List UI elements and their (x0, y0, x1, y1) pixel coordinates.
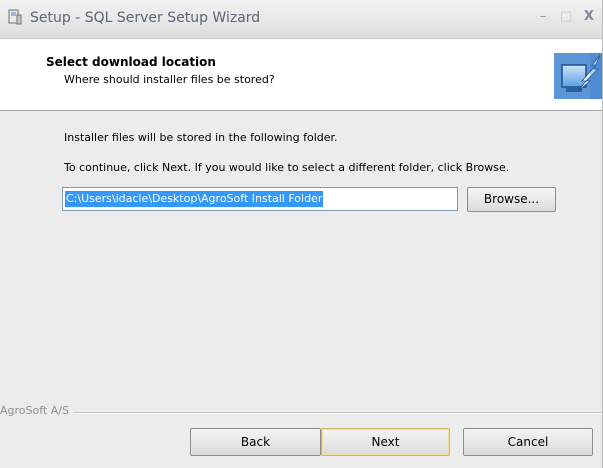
title-bar[interactable]: Setup - SQL Server Setup Wizard – □ X (0, 0, 602, 39)
page-title: Select download location (46, 55, 216, 69)
computer-arrow-icon (552, 51, 602, 101)
next-button[interactable]: Next (321, 428, 450, 456)
wizard-header: Select download location Where should in… (0, 39, 602, 111)
folder-path-input[interactable]: C:\Users\idacle\Desktop\AgroSoft Install… (62, 187, 458, 211)
instruction-text: To continue, click Next. If you would li… (64, 161, 510, 174)
browse-button[interactable]: Browse... (467, 187, 556, 212)
back-button[interactable]: Back (190, 428, 321, 456)
folder-path-value: C:\Users\idacle\Desktop\AgroSoft Install… (65, 191, 324, 207)
info-text: Installer files will be stored in the fo… (64, 131, 338, 144)
brand-label: AgroSoft A/S (0, 404, 73, 417)
close-icon[interactable]: X (579, 8, 599, 26)
window-title: Setup - SQL Server Setup Wizard (30, 10, 261, 26)
setup-wizard-window: Setup - SQL Server Setup Wizard – □ X Se… (0, 0, 603, 468)
setup-app-icon (8, 9, 22, 25)
maximize-icon[interactable]: □ (556, 8, 576, 26)
page-subtitle: Where should installer files be stored? (64, 73, 275, 86)
minimize-icon[interactable]: – (533, 8, 553, 26)
footer-divider (0, 412, 602, 414)
cancel-button[interactable]: Cancel (463, 428, 593, 456)
